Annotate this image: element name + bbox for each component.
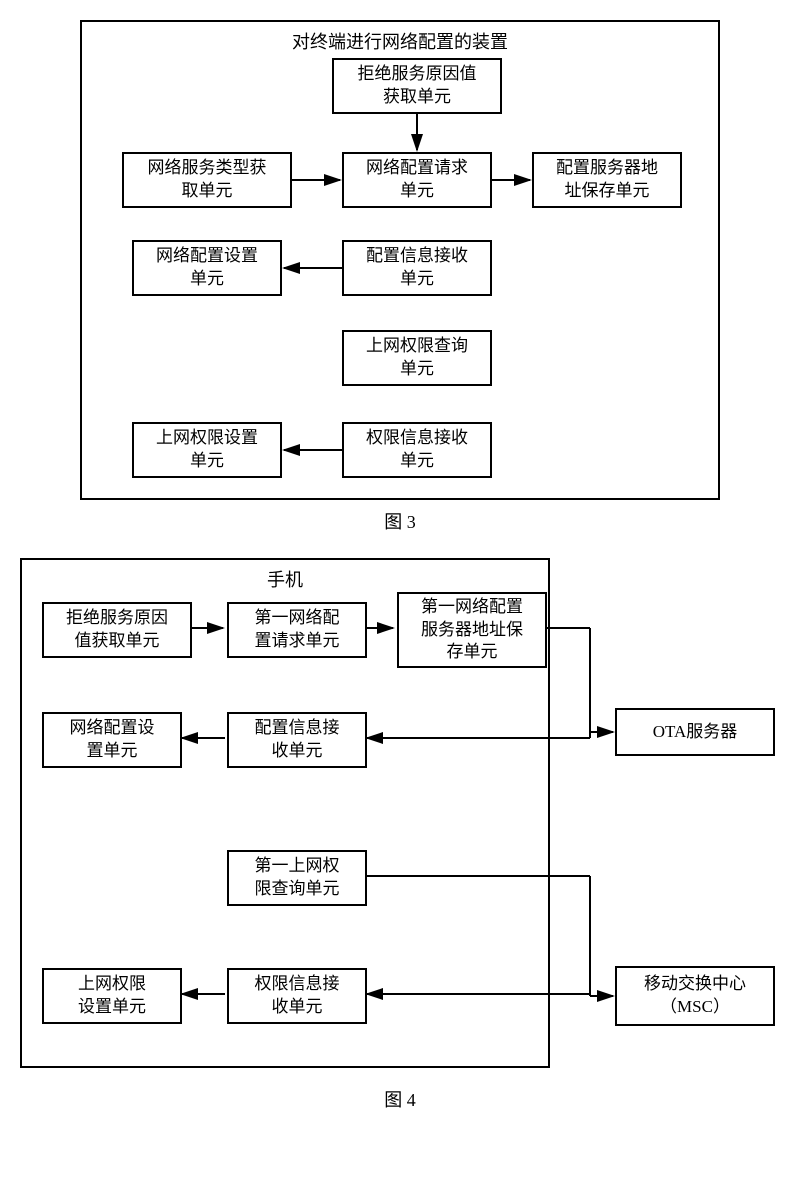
- fig3-node-config-set: 网络配置设置 单元: [132, 240, 282, 296]
- fig3-node-config-request: 网络配置请求 单元: [342, 152, 492, 208]
- fig4-node-msc: 移动交换中心 （MSC）: [615, 966, 775, 1026]
- figure-4: 手机 拒绝服务原因 值获取单元 第一网络配 置请求单元 第一网络配置 服务器地址…: [20, 558, 780, 1118]
- fig4-phone-container: 手机 拒绝服务原因 值获取单元 第一网络配 置请求单元 第一网络配置 服务器地址…: [20, 558, 550, 1068]
- fig4-phone-title: 手机: [263, 566, 307, 592]
- fig4-node-perm-recv: 权限信息接 收单元: [227, 968, 367, 1024]
- fig3-node-reject-cause: 拒绝服务原因值 获取单元: [332, 58, 502, 114]
- fig4-node-reject-cause: 拒绝服务原因 值获取单元: [42, 602, 192, 658]
- fig4-node-perm-set: 上网权限 设置单元: [42, 968, 182, 1024]
- fig3-label: 图 3: [20, 508, 780, 534]
- fig3-node-service-type: 网络服务类型获 取单元: [122, 152, 292, 208]
- fig3-node-server-addr: 配置服务器地 址保存单元: [532, 152, 682, 208]
- fig4-label: 图 4: [20, 1086, 780, 1112]
- fig3-node-perm-recv: 权限信息接收 单元: [342, 422, 492, 478]
- fig3-node-config-recv: 配置信息接收 单元: [342, 240, 492, 296]
- fig4-node-config-recv: 配置信息接 收单元: [227, 712, 367, 768]
- fig4-node-perm-query: 第一上网权 限查询单元: [227, 850, 367, 906]
- figure-3: 对终端进行网络配置的装置 拒绝服务原因值 获取单元 网络服务类型获 取单元 网络…: [20, 20, 780, 534]
- fig4-node-config-set: 网络配置设 置单元: [42, 712, 182, 768]
- fig3-node-perm-query: 上网权限查询 单元: [342, 330, 492, 386]
- fig4-node-server-addr: 第一网络配置 服务器地址保 存单元: [397, 592, 547, 668]
- fig4-node-config-request: 第一网络配 置请求单元: [227, 602, 367, 658]
- fig4-node-ota: OTA服务器: [615, 708, 775, 756]
- fig3-title: 对终端进行网络配置的装置: [288, 28, 512, 54]
- fig3-container: 对终端进行网络配置的装置 拒绝服务原因值 获取单元 网络服务类型获 取单元 网络…: [80, 20, 720, 500]
- fig3-node-perm-set: 上网权限设置 单元: [132, 422, 282, 478]
